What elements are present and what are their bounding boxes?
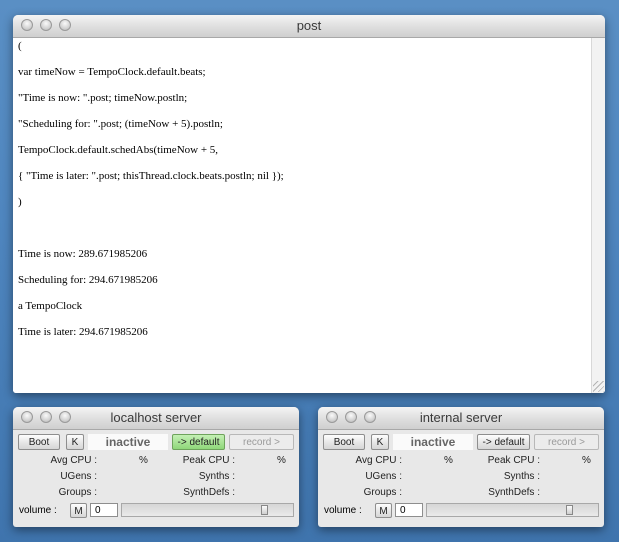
post-line: "Time is now: ".post; timeNow.postln; xyxy=(18,92,188,104)
kill-button[interactable]: K xyxy=(371,434,389,450)
peak-cpu-label: Peak CPU : xyxy=(182,455,235,466)
post-lines: ( var timeNow = TempoClock.default.beats;… xyxy=(18,40,589,352)
post-line xyxy=(18,222,589,248)
make-default-button[interactable]: -> default xyxy=(172,434,225,450)
post-line: var timeNow = TempoClock.default.beats; xyxy=(18,66,206,78)
volume-number-box[interactable]: 0 xyxy=(90,503,118,517)
volume-slider-handle[interactable] xyxy=(566,505,573,515)
record-button[interactable]: record > xyxy=(534,434,599,450)
synths-label: Synths : xyxy=(503,471,540,482)
peak-cpu-unit: % xyxy=(582,455,591,466)
avg-cpu-label: Avg CPU : xyxy=(50,455,98,466)
ugens-label: UGens : xyxy=(365,471,402,482)
server-titlebar[interactable]: localhost server xyxy=(13,407,299,430)
kill-button[interactable]: K xyxy=(66,434,84,450)
volume-slider[interactable] xyxy=(121,503,294,517)
volume-number-box[interactable]: 0 xyxy=(395,503,423,517)
volume-label: volume : xyxy=(19,505,57,516)
internal-server-window: internal server Boot K inactive -> defau… xyxy=(318,407,604,527)
synths-label: Synths : xyxy=(198,471,235,482)
server-titlebar[interactable]: internal server xyxy=(318,407,604,430)
avg-cpu-label: Avg CPU : xyxy=(355,455,403,466)
synthdefs-label: SynthDefs : xyxy=(488,487,540,498)
volume-slider-handle[interactable] xyxy=(261,505,268,515)
window-title: localhost server xyxy=(110,410,202,425)
mute-button[interactable]: M xyxy=(375,503,392,518)
mute-button[interactable]: M xyxy=(70,503,87,518)
resize-grip-icon[interactable] xyxy=(593,381,604,392)
post-line: a TempoClock xyxy=(18,300,83,312)
boot-button[interactable]: Boot xyxy=(323,434,365,450)
record-button[interactable]: record > xyxy=(229,434,294,450)
ugens-label: UGens : xyxy=(60,471,97,482)
post-text-area[interactable]: ( var timeNow = TempoClock.default.beats;… xyxy=(13,38,605,393)
post-line: { "Time is later: ".post; thisThread.clo… xyxy=(18,170,284,182)
avg-cpu-unit: % xyxy=(139,455,148,466)
window-title: post xyxy=(296,18,322,33)
post-titlebar[interactable]: post xyxy=(13,15,605,38)
post-line: Scheduling for: 294.671985206 xyxy=(18,274,158,286)
peak-cpu-unit: % xyxy=(277,455,286,466)
server-status: inactive xyxy=(88,434,168,450)
window-title: internal server xyxy=(419,410,503,425)
synthdefs-label: SynthDefs : xyxy=(183,487,235,498)
boot-button[interactable]: Boot xyxy=(18,434,60,450)
post-window: post ( var timeNow = TempoClock.default.b… xyxy=(13,15,605,393)
post-line: Time is now: 289.671985206 xyxy=(18,248,148,260)
server-status: inactive xyxy=(393,434,473,450)
volume-slider[interactable] xyxy=(426,503,599,517)
post-line: "Scheduling for: ".post; (timeNow + 5).p… xyxy=(18,118,223,130)
post-line: Time is later: 294.671985206 xyxy=(18,326,148,338)
avg-cpu-unit: % xyxy=(444,455,453,466)
vertical-scrollbar[interactable] xyxy=(591,38,605,393)
peak-cpu-label: Peak CPU : xyxy=(487,455,540,466)
groups-label: Groups : xyxy=(58,487,97,498)
localhost-server-window: localhost server Boot K inactive -> defa… xyxy=(13,407,299,527)
post-line: TempoClock.default.schedAbs(timeNow + 5, xyxy=(18,144,219,156)
post-line: ( xyxy=(18,40,22,52)
volume-label: volume : xyxy=(324,505,362,516)
groups-label: Groups : xyxy=(363,487,402,498)
make-default-button[interactable]: -> default xyxy=(477,434,530,450)
post-line: ) xyxy=(18,196,22,208)
